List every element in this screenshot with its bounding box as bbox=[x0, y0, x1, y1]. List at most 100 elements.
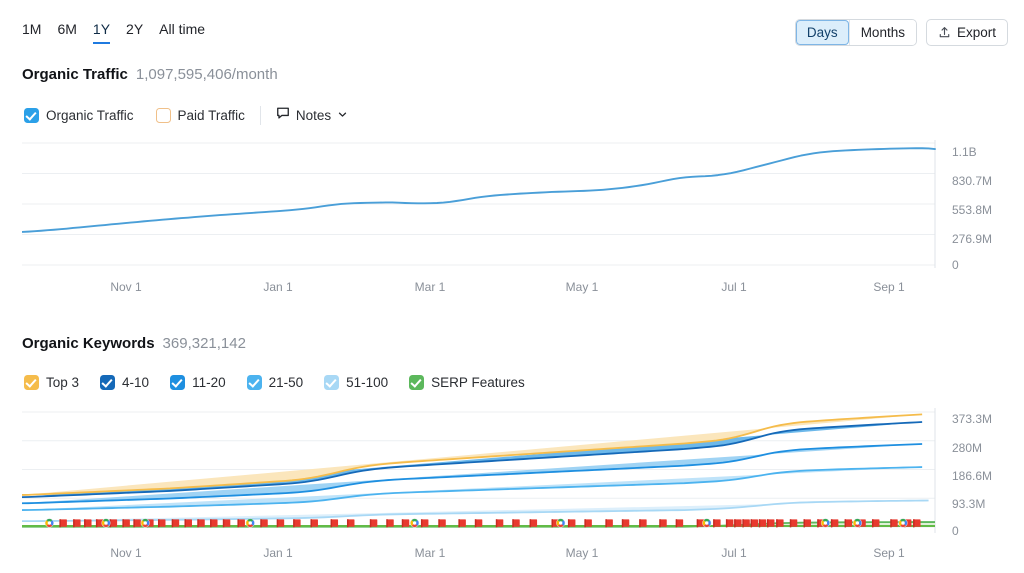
organic-keywords-chart[interactable] bbox=[22, 408, 940, 533]
red-flag-marker bbox=[109, 519, 118, 528]
traffic-ytick-2: 553.8M bbox=[952, 203, 993, 217]
range-tab-2y[interactable]: 2Y bbox=[126, 21, 143, 44]
red-flag-marker bbox=[803, 519, 811, 528]
red-flag-marker bbox=[171, 519, 180, 528]
legend-label-21-50: 21-50 bbox=[268, 375, 304, 390]
red-flag-marker bbox=[844, 519, 853, 528]
keywords-ytick-3: 280M bbox=[952, 441, 983, 455]
granularity-toggle: Days Months bbox=[794, 19, 917, 46]
legend-item-serp-features[interactable]: SERP Features bbox=[409, 375, 525, 390]
red-flag-marker bbox=[659, 519, 667, 528]
traffic-xtick-2: Mar 1 bbox=[414, 280, 446, 294]
legend-item-21-50[interactable]: 21-50 bbox=[246, 375, 304, 390]
traffic-xtick-1: Jan 1 bbox=[263, 280, 293, 294]
notes-label: Notes bbox=[295, 108, 332, 123]
export-button[interactable]: Export bbox=[925, 19, 1008, 46]
red-flag-marker bbox=[420, 519, 429, 528]
red-flag-marker bbox=[369, 519, 378, 528]
red-flag-marker bbox=[157, 519, 166, 528]
red-flag-marker bbox=[766, 519, 775, 528]
red-flag-marker bbox=[310, 519, 318, 528]
legend-item-paid-traffic[interactable]: Paid Traffic bbox=[155, 108, 245, 123]
traffic-x-axis: Nov 1 Jan 1 Mar 1 May 1 Jul 1 Sep 1 bbox=[22, 280, 940, 296]
traffic-ytick-4: 1.1B bbox=[952, 145, 977, 159]
checkbox-21-50[interactable] bbox=[246, 375, 262, 390]
traffic-xtick-0: Nov 1 bbox=[110, 280, 142, 294]
note-bubble-icon bbox=[276, 106, 290, 125]
checkbox-organic-traffic[interactable] bbox=[24, 108, 39, 123]
traffic-xtick-4: Jul 1 bbox=[721, 280, 747, 294]
range-tab-all-time[interactable]: All time bbox=[159, 21, 205, 44]
red-flag-marker bbox=[639, 519, 647, 528]
red-flag-marker bbox=[621, 519, 630, 528]
toolbar: 1M 6M 1Y 2Y All time Days Months Export bbox=[0, 0, 1024, 56]
traffic-xtick-3: May 1 bbox=[565, 280, 599, 294]
red-flag-marker bbox=[122, 519, 130, 528]
legend-item-11-20[interactable]: 11-20 bbox=[170, 375, 226, 390]
legend-label-paid-traffic: Paid Traffic bbox=[177, 108, 245, 123]
red-flag-marker bbox=[789, 519, 798, 528]
google-update-marker bbox=[410, 518, 420, 528]
legend-item-top-3[interactable]: Top 3 bbox=[24, 375, 79, 390]
google-update-marker bbox=[702, 518, 712, 528]
upload-icon bbox=[938, 26, 951, 39]
red-flag-marker bbox=[438, 519, 446, 528]
range-tab-6m[interactable]: 6M bbox=[57, 21, 76, 44]
google-update-marker bbox=[820, 518, 830, 528]
keywords-x-axis: Nov 1 Jan 1 Mar 1 May 1 Jul 1 Sep 1 bbox=[22, 546, 940, 562]
range-tab-1m[interactable]: 1M bbox=[22, 21, 41, 44]
red-flag-marker bbox=[890, 519, 898, 528]
checkbox-serp-features[interactable] bbox=[409, 375, 425, 390]
red-flag-marker bbox=[222, 519, 231, 528]
organic-traffic-header: Organic Traffic 1,097,595,406/month bbox=[22, 66, 278, 83]
red-flag-marker bbox=[512, 519, 520, 528]
red-flag-marker bbox=[210, 519, 218, 528]
legend-item-organic-traffic[interactable]: Organic Traffic bbox=[24, 108, 134, 123]
organic-traffic-value: 1,097,595,406/month bbox=[135, 66, 278, 83]
keywords-xtick-0: Nov 1 bbox=[110, 546, 142, 560]
keywords-xtick-5: Sep 1 bbox=[873, 546, 905, 560]
red-flag-marker bbox=[474, 519, 483, 528]
checkbox-11-20[interactable] bbox=[170, 375, 186, 390]
range-tab-1y[interactable]: 1Y bbox=[92, 21, 111, 44]
keywords-ytick-0: 0 bbox=[952, 524, 959, 538]
keywords-xtick-1: Jan 1 bbox=[263, 546, 293, 560]
notes-dropdown[interactable]: Notes bbox=[276, 106, 348, 125]
checkbox-paid-traffic[interactable] bbox=[155, 108, 171, 123]
red-flag-marker bbox=[293, 519, 301, 528]
red-flag-marker bbox=[913, 519, 921, 528]
legend-item-4-10[interactable]: 4-10 bbox=[100, 375, 149, 390]
export-label: Export bbox=[956, 25, 996, 40]
granularity-months-button[interactable]: Months bbox=[848, 20, 916, 45]
google-update-marker bbox=[140, 518, 150, 528]
checkbox-top-3[interactable] bbox=[24, 375, 39, 390]
red-flag-marker bbox=[197, 519, 205, 528]
legend-label-serp-features: SERP Features bbox=[431, 375, 525, 390]
legend-label-top-3: Top 3 bbox=[46, 375, 80, 390]
red-flag-marker bbox=[133, 519, 141, 528]
red-flag-marker bbox=[529, 519, 538, 528]
google-update-marker bbox=[101, 518, 111, 528]
granularity-days-button[interactable]: Days bbox=[795, 20, 849, 45]
keywords-xtick-4: Jul 1 bbox=[721, 546, 747, 560]
red-flag-marker bbox=[584, 519, 592, 528]
checkbox-51-100[interactable] bbox=[324, 375, 340, 390]
organic-traffic-chart[interactable] bbox=[22, 140, 940, 268]
keywords-xtick-3: May 1 bbox=[565, 546, 599, 560]
red-flag-marker bbox=[734, 519, 742, 528]
google-update-marker bbox=[852, 518, 862, 528]
red-flag-marker bbox=[458, 519, 466, 528]
legend-label-organic-traffic: Organic Traffic bbox=[46, 108, 134, 123]
red-flag-marker bbox=[776, 519, 784, 528]
traffic-ytick-0: 0 bbox=[952, 258, 959, 272]
keywords-legend: Top 3 4-10 11-20 21-50 51-100 SERP Featu… bbox=[24, 375, 525, 390]
keywords-ytick-1: 93.3M bbox=[952, 497, 986, 511]
red-flag-marker bbox=[401, 519, 410, 528]
red-flag-marker bbox=[260, 519, 268, 528]
legend-item-51-100[interactable]: 51-100 bbox=[324, 375, 388, 390]
keywords-xtick-2: Mar 1 bbox=[414, 546, 446, 560]
checkbox-4-10[interactable] bbox=[100, 375, 116, 390]
red-flag-marker bbox=[830, 519, 839, 528]
traffic-xtick-5: Sep 1 bbox=[873, 280, 905, 294]
red-flag-marker bbox=[276, 519, 285, 528]
